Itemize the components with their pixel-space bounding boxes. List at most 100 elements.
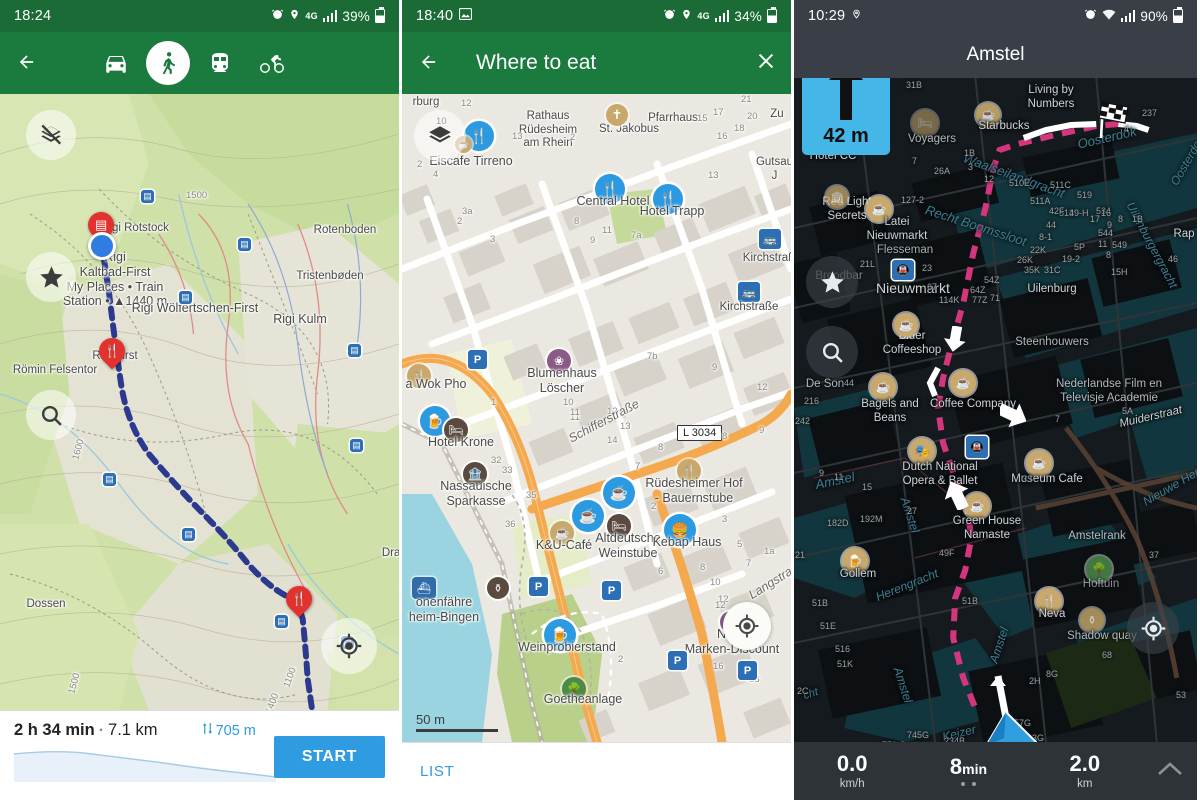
cafe-poi-icon[interactable]: ☕ (550, 521, 574, 545)
nav-speed-value: 0.0 (836, 750, 868, 776)
travel-mode-switcher (94, 41, 294, 85)
layers-off-button[interactable] (26, 110, 76, 160)
bookmarks-star-button[interactable] (26, 252, 76, 302)
metro-station-icon[interactable]: 🚇 (966, 436, 988, 458)
map-canvas-panel1[interactable]: Rigi Rotstock Rotenboden Tristenbøden Ri… (0, 94, 399, 710)
nav-distance: 2.0 km (1027, 750, 1143, 790)
cafe-poi-icon[interactable]: ☕ (894, 313, 918, 337)
screenshot-root: 18:24 4G 39% Rigi Rotstock Rotenboden Tr… (0, 0, 1200, 800)
my-location-button[interactable] (1127, 602, 1179, 654)
updown-arrow-icon (202, 722, 213, 739)
museum-poi-icon[interactable]: 🏛 (826, 186, 848, 208)
restaurant-poi-icon[interactable]: 🍴 (653, 184, 683, 214)
park-poi-icon[interactable]: 🌳 (562, 677, 586, 701)
hotel-poi-icon[interactable]: 🛏 (912, 110, 938, 136)
cafe-poi-icon[interactable]: ☕ (572, 500, 604, 532)
theatre-poi-icon[interactable]: 🎭 (909, 438, 935, 464)
nav-speed-unit: km/h (839, 777, 865, 790)
transit-icon[interactable]: ▤ (238, 238, 251, 251)
my-location-button[interactable] (723, 602, 771, 650)
nav-eta[interactable]: 8min (910, 756, 1026, 786)
transit-icon[interactable]: ▤ (348, 344, 361, 357)
back-button[interactable] (416, 50, 450, 77)
nav-page-dots[interactable] (910, 782, 1026, 786)
cafe-poi-icon[interactable]: ☕ (870, 374, 896, 400)
search-button[interactable] (26, 390, 76, 440)
bookmarks-star-button[interactable] (806, 256, 858, 308)
parking-icon[interactable]: P (468, 350, 487, 369)
travel-mode-car[interactable] (94, 41, 138, 85)
battery-icon (1173, 7, 1183, 23)
wifi-icon (1102, 9, 1116, 24)
restaurant-poi-icon[interactable]: 🍴 (595, 174, 625, 204)
signal-bars-icon (1120, 10, 1136, 22)
expand-panel-button[interactable] (1143, 760, 1197, 783)
monument-poi-icon[interactable]: ⚱ (1080, 608, 1104, 632)
transit-icon[interactable]: ▤ (182, 528, 195, 541)
hotel-poi-icon[interactable]: 🛏 (607, 514, 631, 538)
ferry-poi-icon[interactable]: ⛴ (412, 577, 436, 599)
bank-poi-icon[interactable]: 🏦 (463, 462, 487, 486)
bar-poi-icon[interactable]: 🍺 (544, 619, 576, 651)
park-poi-icon[interactable]: 🌳 (1086, 556, 1112, 582)
transit-icon[interactable]: ▤ (179, 291, 192, 304)
parking-icon[interactable]: P (738, 661, 757, 680)
network-4g-icon: 4G (305, 10, 318, 21)
nav-distance-value: 2.0 (1069, 750, 1101, 776)
location-icon (851, 8, 862, 25)
florist-poi-icon[interactable]: ❀ (547, 349, 571, 373)
cafe-poi-icon[interactable]: ☕ (1026, 450, 1052, 476)
bus-stop-icon[interactable]: 🚌 (738, 282, 760, 302)
status-battery-text: 90% (1140, 8, 1168, 24)
signal-bars-icon (322, 10, 338, 22)
back-button[interactable] (14, 50, 48, 77)
bus-stop-icon[interactable]: 🚌 (759, 229, 781, 249)
search-button[interactable] (806, 326, 858, 378)
parking-icon[interactable]: P (529, 577, 548, 596)
page-title: Where to eat (476, 51, 597, 74)
my-location-button[interactable] (321, 618, 377, 674)
list-button[interactable]: LIST (420, 763, 454, 780)
map-canvas-panel2[interactable]: rburg 12 Rathaus Rüdesheim am Rhein St. J… (402, 94, 791, 742)
cafe-poi-icon[interactable]: ☕ (603, 477, 635, 509)
cafe-poi-icon[interactable]: ☕ (866, 196, 892, 222)
transit-icon[interactable]: ▤ (275, 615, 288, 628)
parking-icon[interactable]: P (602, 581, 621, 600)
alarm-icon (271, 8, 284, 24)
start-navigation-button[interactable]: START (273, 736, 385, 778)
church-poi-icon[interactable]: ✝ (606, 104, 628, 126)
travel-mode-bicycle[interactable] (250, 41, 294, 85)
parking-icon[interactable]: P (668, 651, 687, 670)
map-scale-line (416, 729, 498, 732)
transit-icon[interactable]: ▤ (350, 439, 363, 452)
battery-icon (375, 7, 385, 23)
restaurant-poi-icon[interactable]: 🍴 (1036, 588, 1062, 614)
hotel-poi-icon[interactable]: 🛏 (444, 418, 468, 442)
monument-poi-icon[interactable]: ⚱ (487, 577, 509, 599)
alarm-icon (1084, 8, 1097, 24)
app-bar-panel2: Where to eat (402, 32, 791, 94)
restaurant-poi-icon[interactable]: 🍴 (407, 364, 431, 388)
cafe-poi-icon[interactable]: ☕ (976, 103, 1000, 127)
status-time: 10:29 (808, 8, 846, 24)
cafe-poi-icon[interactable]: ☕ (950, 370, 976, 396)
fastfood-poi-icon[interactable]: 🍔 (664, 514, 696, 546)
nav-distance-unit: km (1077, 777, 1093, 790)
transit-icon[interactable]: ▤ (141, 190, 154, 203)
restaurant-poi-icon[interactable]: 🍴 (677, 459, 701, 483)
network-4g-icon: 4G (697, 10, 710, 21)
nav-speed: 0.0 km/h (794, 750, 910, 790)
road-shield-l3034: L 3034 (677, 425, 723, 441)
metro-station-icon[interactable]: 🚇 (892, 260, 914, 280)
travel-mode-transit[interactable] (198, 41, 242, 85)
maneuver-chevron-icon (943, 325, 966, 357)
travel-mode-walk[interactable] (146, 41, 190, 85)
layers-button[interactable] (414, 110, 466, 162)
close-button[interactable] (755, 50, 777, 76)
map-scale-bar: 50 m (416, 712, 498, 732)
route-elevation: 705 m (202, 722, 256, 739)
transit-icon[interactable]: ▤ (103, 473, 116, 486)
map-canvas-panel3[interactable]: Living by Numbers ☕ Starbucks 🛏 Voyagers … (794, 78, 1197, 742)
maneuver-chevron-icon (944, 480, 970, 515)
bar-poi-icon[interactable]: 🍺 (842, 548, 868, 574)
